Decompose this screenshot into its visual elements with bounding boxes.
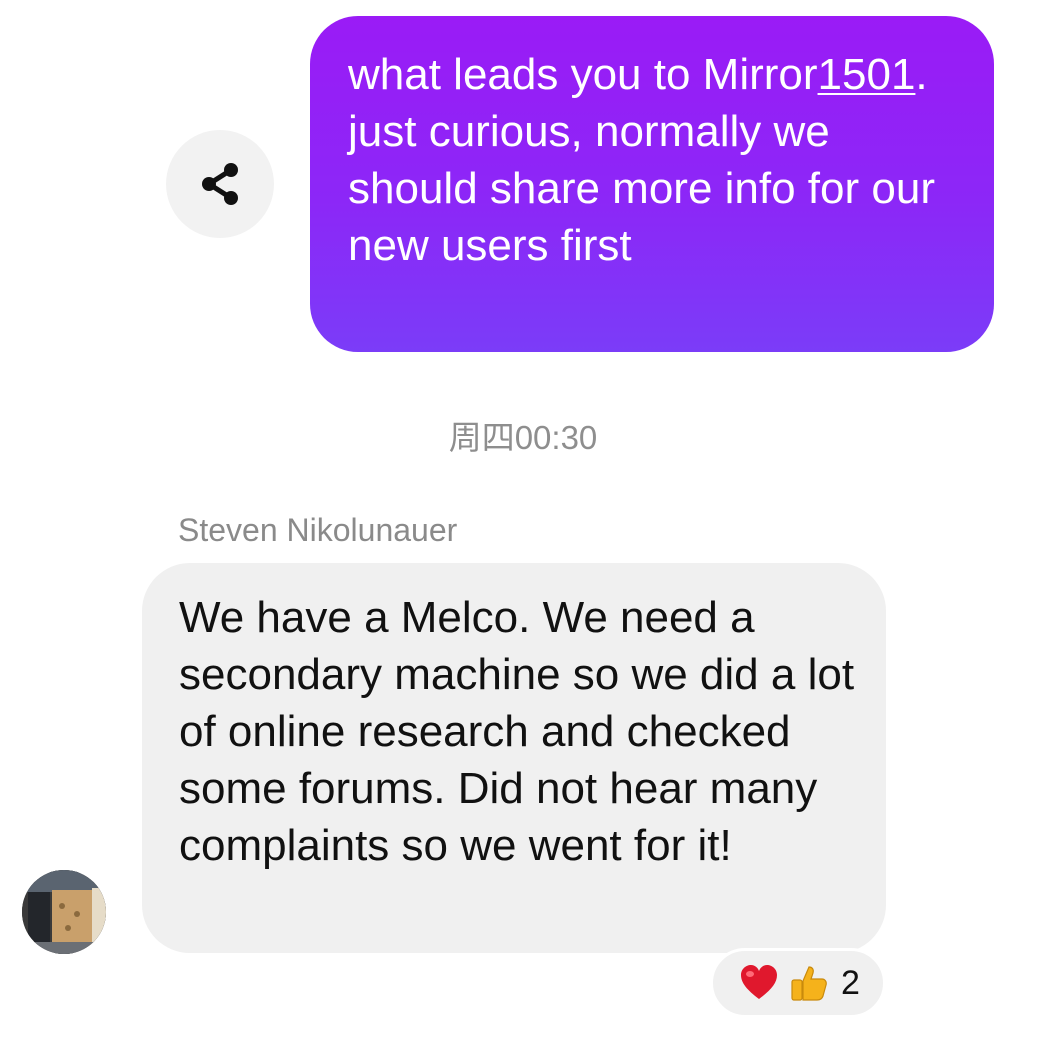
sender-name: Steven Nikolunauer bbox=[178, 512, 458, 548]
reaction-count: 2 bbox=[841, 963, 860, 1002]
incoming-message-text: We have a Melco. We need a secondary mac… bbox=[179, 593, 855, 870]
avatar-image bbox=[22, 870, 106, 954]
outgoing-message-text: what leads you to Mirror bbox=[348, 50, 818, 99]
incoming-message-bubble[interactable]: We have a Melco. We need a secondary mac… bbox=[142, 563, 886, 953]
outgoing-message-link[interactable]: 1501 bbox=[818, 50, 916, 99]
outgoing-message-bubble[interactable]: what leads you to Mirror1501. just curio… bbox=[310, 16, 994, 352]
thumbs-up-icon bbox=[791, 966, 827, 1001]
share-icon bbox=[202, 163, 238, 205]
share-button[interactable] bbox=[166, 130, 274, 238]
avatar[interactable] bbox=[22, 870, 106, 954]
reactions-pill[interactable]: 2 bbox=[710, 948, 886, 1018]
heart-icon bbox=[741, 965, 777, 999]
chat-thread: what leads you to Mirror1501. just curio… bbox=[0, 0, 1046, 1046]
message-timestamp: 周四00:30 bbox=[448, 419, 598, 456]
